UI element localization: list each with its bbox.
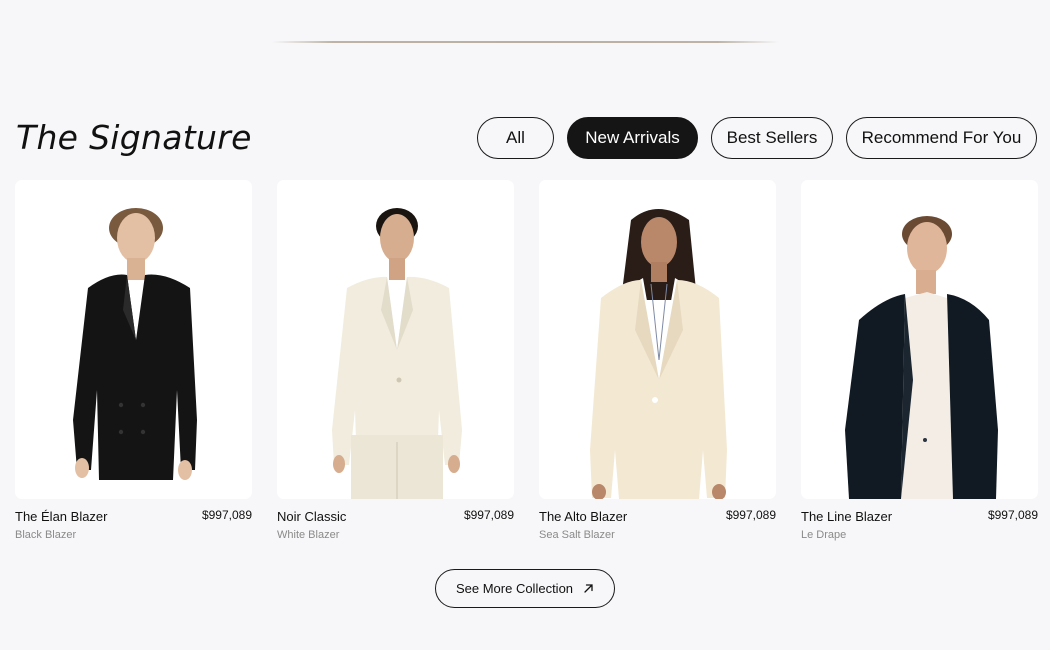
see-more-label: See More Collection <box>455 581 574 596</box>
product-price: $997,089 <box>987 508 1038 522</box>
product-subtitle: Le Drape <box>801 529 847 541</box>
section-title: The Signature <box>16 118 252 157</box>
product-name[interactable]: The Élan Blazer <box>15 509 108 524</box>
filter-best-sellers-button[interactable]: Best Sellers <box>711 117 833 159</box>
product-name[interactable]: The Line Blazer <box>801 509 892 524</box>
product-card[interactable]: The Élan Blazer $997,089 Black Blazer <box>15 180 252 541</box>
product-price: $997,089 <box>463 508 514 522</box>
filter-recommend-button[interactable]: Recommend For You <box>846 117 1037 159</box>
product-name[interactable]: Noir Classic <box>277 509 346 524</box>
product-image[interactable] <box>801 180 1038 499</box>
product-image[interactable] <box>539 180 776 499</box>
product-card[interactable]: Noir Classic $997,089 White Blazer <box>277 180 514 541</box>
product-name[interactable]: The Alto Blazer <box>539 509 627 524</box>
product-image[interactable] <box>15 180 252 499</box>
product-price: $997,089 <box>725 508 776 522</box>
product-subtitle: Black Blazer <box>15 529 77 541</box>
product-subtitle: Sea Salt Blazer <box>539 529 615 541</box>
product-price: $997,089 <box>201 508 252 522</box>
see-more-collection-button[interactable]: See More Collection <box>435 569 615 608</box>
product-image[interactable] <box>277 180 514 499</box>
product-card[interactable]: The Line Blazer $997,089 Le Drape <box>801 180 1038 541</box>
product-subtitle: White Blazer <box>277 529 340 541</box>
product-card[interactable]: The Alto Blazer $997,089 Sea Salt Blazer <box>539 180 776 541</box>
filter-new-arrivals-button[interactable]: New Arrivals <box>567 117 698 159</box>
decorative-divider <box>272 41 779 43</box>
arrow-up-right-icon <box>583 583 594 594</box>
filter-all-button[interactable]: All <box>477 117 554 159</box>
